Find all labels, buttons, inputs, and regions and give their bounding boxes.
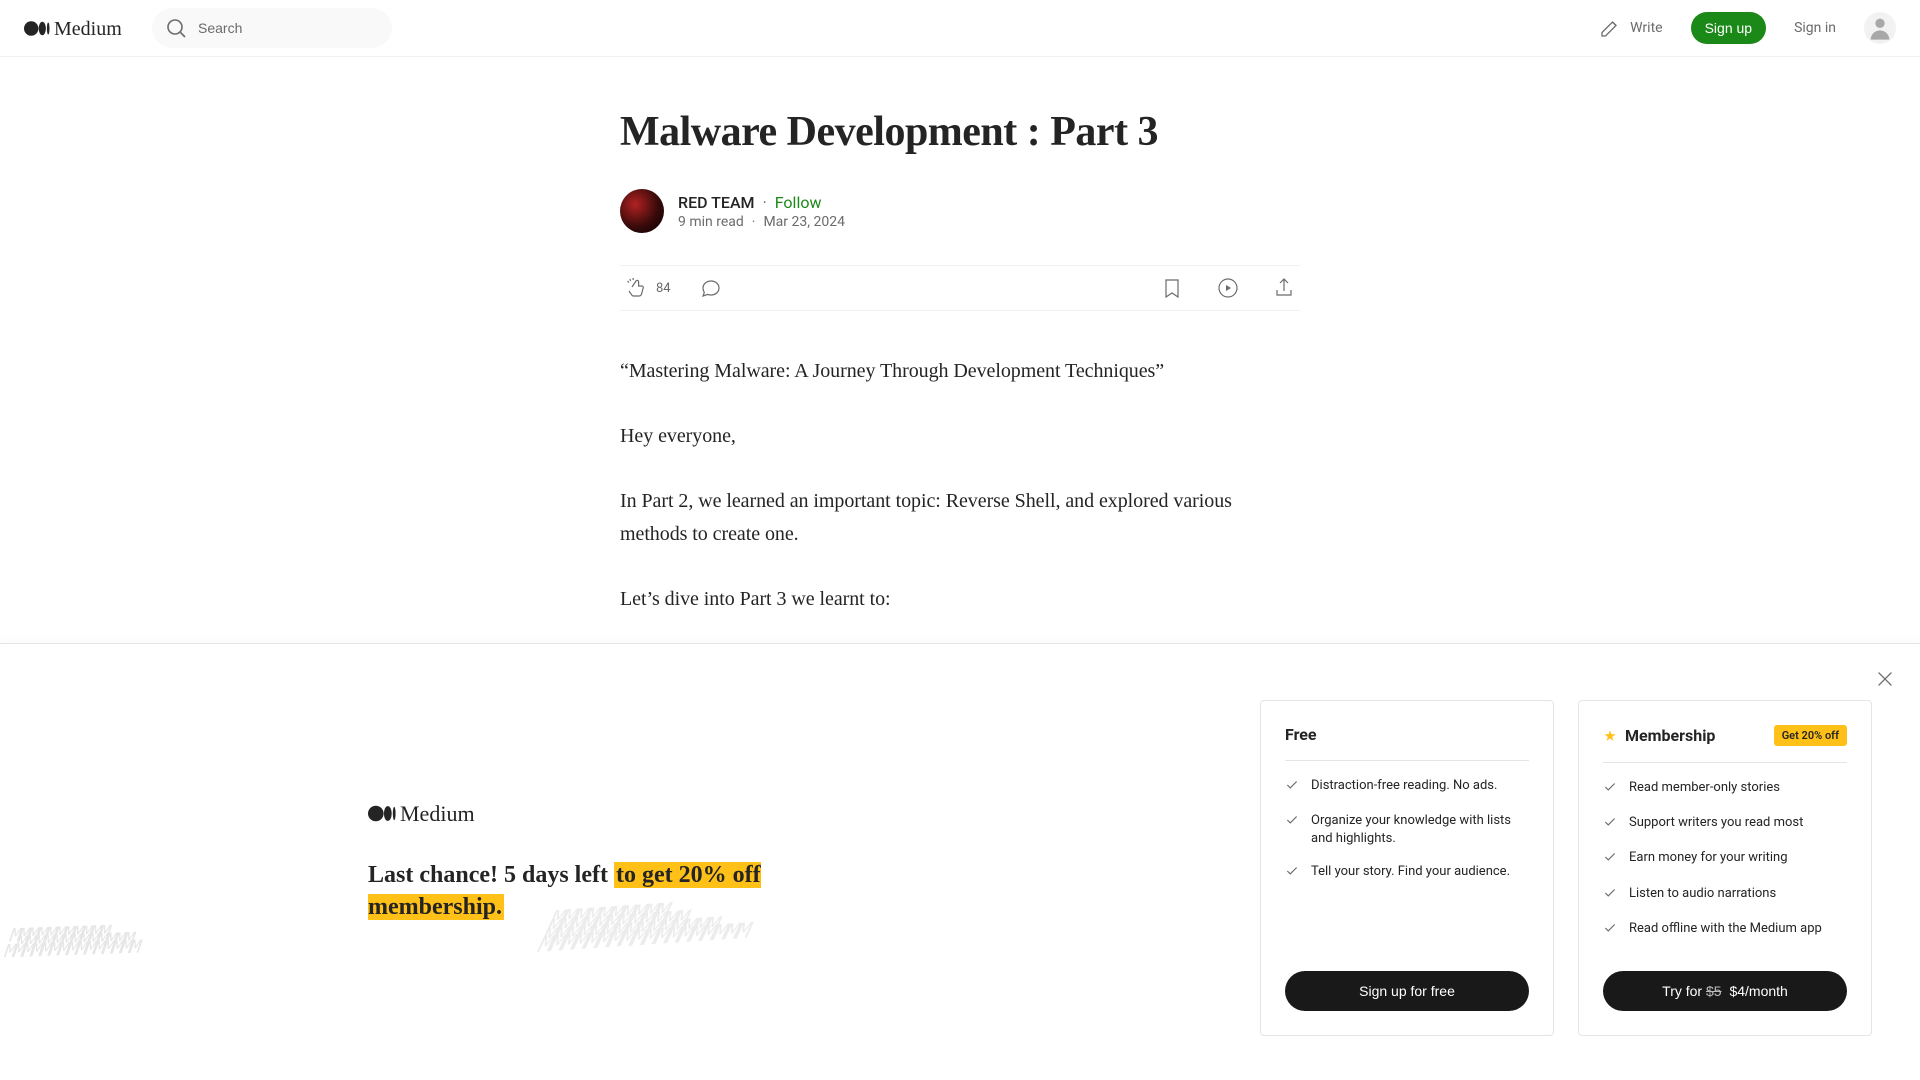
paragraph: Let’s dive into Part 3 we learnt to:: [620, 583, 1300, 616]
author-row: RED TEAM · Follow 9 min read · Mar 23, 2…: [620, 189, 1300, 233]
toolbar-right: [1160, 276, 1296, 300]
article-body: “Mastering Malware: A Journey Through De…: [620, 355, 1300, 616]
author-line2: 9 min read · Mar 23, 2024: [678, 214, 845, 230]
headline-pre: Last chance! 5 days left: [368, 862, 614, 888]
feature-item: Support writers you read most: [1603, 814, 1847, 835]
check-icon: [1603, 815, 1617, 835]
listen-button[interactable]: [1216, 276, 1240, 300]
signup-free-button[interactable]: Sign up for free: [1285, 971, 1529, 1011]
article-toolbar: 84: [620, 265, 1300, 311]
toolbar-left: 84: [624, 276, 723, 300]
plan-head: Free: [1285, 725, 1529, 761]
feature-text: Read member-only stories: [1629, 779, 1780, 800]
cta-price: $4/month: [1726, 983, 1788, 999]
cta-prefix: Try for: [1662, 983, 1706, 999]
medium-logo-icon: Medium: [368, 800, 488, 827]
plan-title-text: Membership: [1625, 726, 1715, 745]
avatar[interactable]: [1864, 12, 1896, 44]
author-avatar[interactable]: [620, 189, 664, 233]
svg-text:Medium: Medium: [54, 18, 122, 40]
membership-promo: MMMMMMMMMMM MMMMMMMMMMMMM MMMMMMMMMMMMMM…: [0, 643, 1920, 1080]
user-icon: [1866, 14, 1894, 42]
plan-title-membership: Membership: [1603, 726, 1715, 745]
comment-button[interactable]: [699, 276, 723, 300]
search-input[interactable]: [198, 20, 380, 36]
feature-item: Organize your knowledge with lists and h…: [1285, 812, 1529, 848]
write-link[interactable]: Write: [1598, 16, 1662, 40]
try-membership-button[interactable]: Try for $5 $4/month: [1603, 971, 1847, 1011]
close-button[interactable]: [1874, 668, 1896, 694]
promo-headline: Last chance! 5 days left to get 20% off …: [368, 859, 788, 924]
plan-head: Membership Get 20% off: [1603, 725, 1847, 763]
header-right: Write Sign up Sign in: [1598, 12, 1896, 44]
read-time: 9 min read: [678, 214, 744, 230]
cta-strike-price: $5: [1706, 983, 1722, 999]
paragraph: “Mastering Malware: A Journey Through De…: [620, 355, 1300, 388]
bookmark-icon: [1160, 276, 1184, 300]
signin-link[interactable]: Sign in: [1794, 20, 1836, 36]
author-line1: RED TEAM · Follow: [678, 193, 845, 212]
follow-link[interactable]: Follow: [775, 193, 822, 212]
discount-badge: Get 20% off: [1774, 725, 1847, 746]
header: Medium Write Sign up Sign in: [0, 0, 1920, 57]
author-name[interactable]: RED TEAM: [678, 193, 755, 212]
comment-icon: [699, 276, 723, 300]
medium-logo-icon: Medium: [24, 16, 136, 41]
promo-left: MMMMMMMMMMM MMMMMMMMMMMMM MMMMMMMMMMMMMM…: [48, 700, 1180, 924]
feature-text: Tell your story. Find your audience.: [1311, 863, 1510, 884]
plan-title-free: Free: [1285, 725, 1317, 744]
clap-button[interactable]: 84: [624, 276, 671, 300]
write-label: Write: [1630, 20, 1662, 36]
feature-item: Read offline with the Medium app: [1603, 920, 1847, 941]
write-icon: [1598, 16, 1622, 40]
share-button[interactable]: [1272, 276, 1296, 300]
paragraph: Hey everyone,: [620, 420, 1300, 453]
signup-button[interactable]: Sign up: [1691, 12, 1766, 44]
feature-text: Read offline with the Medium app: [1629, 920, 1822, 941]
decorative-m-pattern: MMMMMMMMMMM MMMMMMMMMMMMM MMMMMMMMMMMMMM…: [3, 927, 145, 956]
meta-dot: ·: [763, 193, 767, 212]
publish-date: Mar 23, 2024: [763, 214, 845, 230]
bookmark-button[interactable]: [1160, 276, 1184, 300]
check-icon: [1603, 850, 1617, 870]
article: Malware Development : Part 3 RED TEAM · …: [620, 57, 1300, 616]
paragraph: In Part 2, we learned an important topic…: [620, 485, 1300, 551]
feature-text: Support writers you read most: [1629, 814, 1803, 835]
feature-item: Read member-only stories: [1603, 779, 1847, 800]
search-icon: [164, 16, 188, 40]
feature-text: Earn money for your writing: [1629, 849, 1788, 870]
close-icon: [1874, 668, 1896, 690]
feature-text: Organize your knowledge with lists and h…: [1311, 812, 1529, 848]
feature-item: Earn money for your writing: [1603, 849, 1847, 870]
check-icon: [1603, 886, 1617, 906]
check-icon: [1285, 778, 1299, 798]
svg-text:Medium: Medium: [400, 801, 475, 826]
author-meta: RED TEAM · Follow 9 min read · Mar 23, 2…: [678, 193, 845, 230]
promo-logo: Medium: [368, 800, 1180, 831]
clap-icon: [624, 276, 648, 300]
feature-text: Distraction-free reading. No ads.: [1311, 777, 1497, 798]
check-icon: [1603, 780, 1617, 800]
check-icon: [1285, 864, 1299, 884]
feature-text: Listen to audio narrations: [1629, 885, 1776, 906]
feature-item: Listen to audio narrations: [1603, 885, 1847, 906]
article-title: Malware Development : Part 3: [620, 107, 1300, 157]
star-icon: [1603, 729, 1617, 743]
plan-card-free: Free Distraction-free reading. No ads. O…: [1260, 700, 1554, 1036]
check-icon: [1285, 813, 1299, 848]
feature-item: Tell your story. Find your audience.: [1285, 863, 1529, 884]
check-icon: [1603, 921, 1617, 941]
logo-wordmark[interactable]: Medium: [24, 16, 136, 41]
header-left: Medium: [24, 8, 392, 48]
meta-dot: ·: [752, 214, 756, 230]
clap-count: 84: [656, 281, 671, 296]
feature-item: Distraction-free reading. No ads.: [1285, 777, 1529, 798]
plan-card-membership: Membership Get 20% off Read member-only …: [1578, 700, 1872, 1036]
play-circle-icon: [1216, 276, 1240, 300]
plan-cards: Free Distraction-free reading. No ads. O…: [1260, 700, 1872, 1036]
share-icon: [1272, 276, 1296, 300]
search-box[interactable]: [152, 8, 392, 48]
plan-features-membership: Read member-only stories Support writers…: [1603, 779, 1847, 941]
plan-features-free: Distraction-free reading. No ads. Organi…: [1285, 777, 1529, 901]
